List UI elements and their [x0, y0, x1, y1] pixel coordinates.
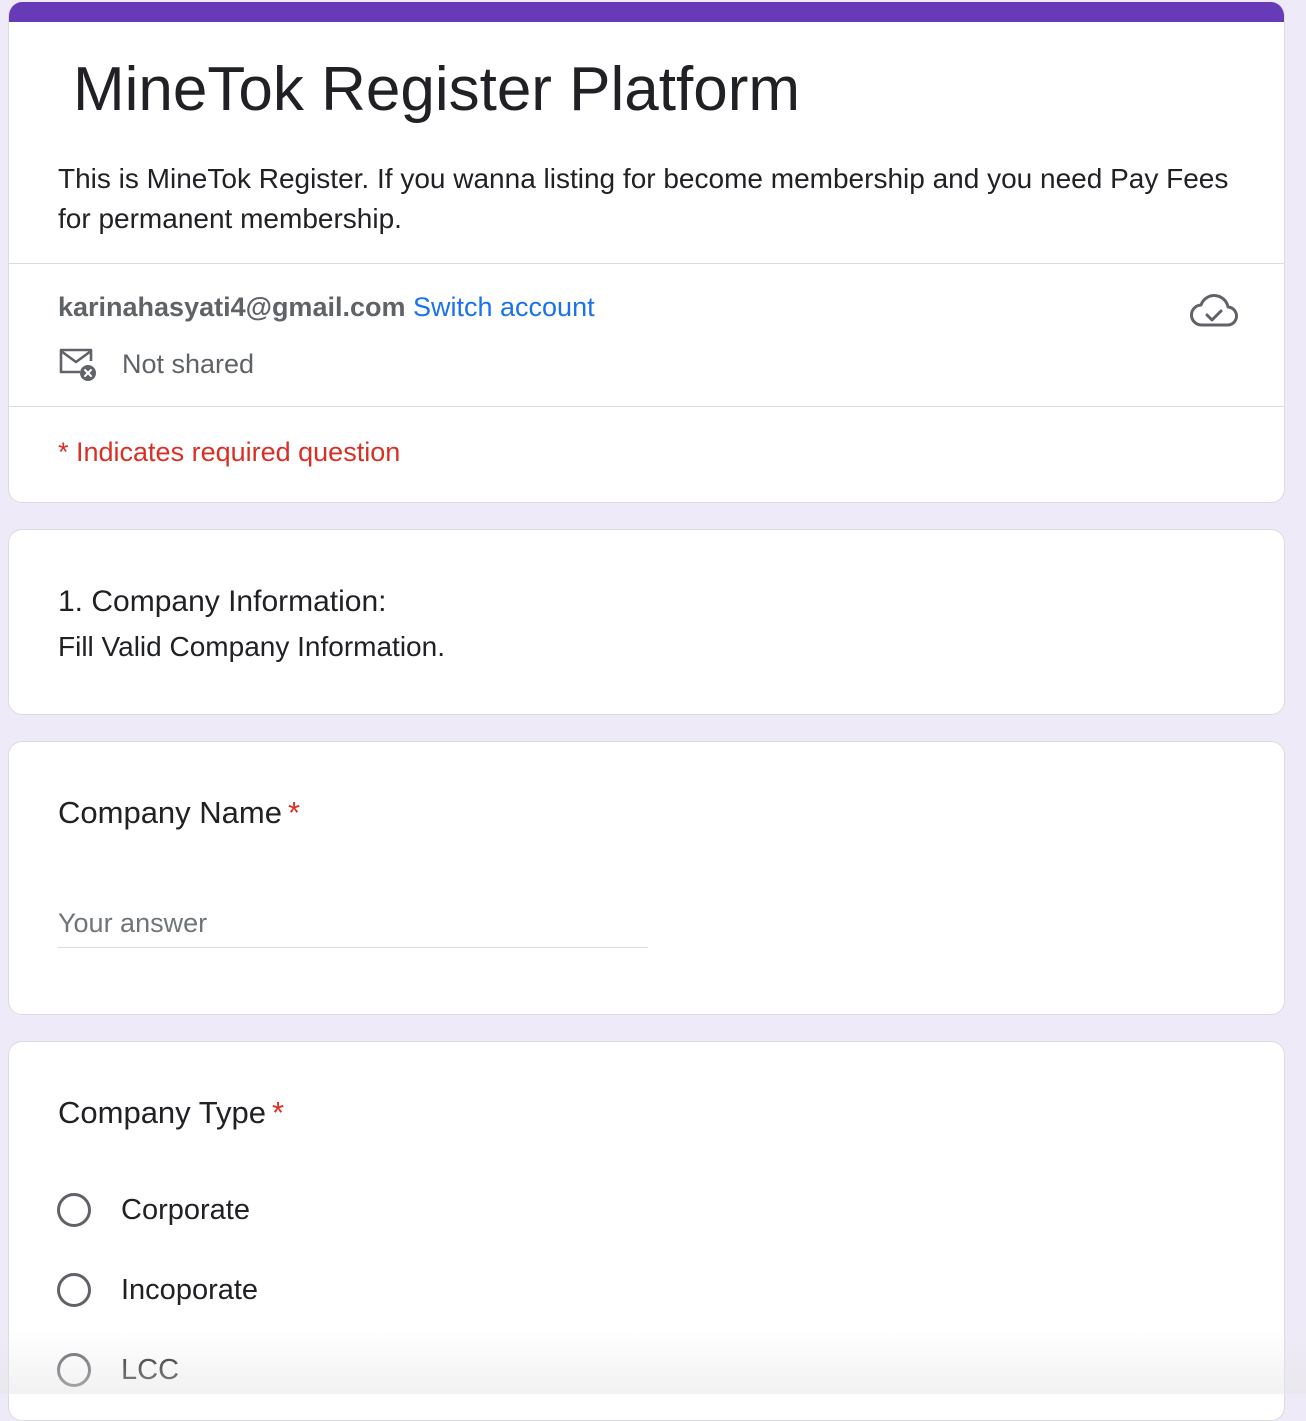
mail-off-icon: [59, 348, 96, 381]
radio-option-label: Corporate: [121, 1194, 250, 1226]
radio-option-lcc[interactable]: LCC: [57, 1348, 179, 1392]
header-divider-1: [9, 263, 1284, 264]
radio-option-incoporate[interactable]: Incoporate: [57, 1268, 258, 1312]
question-card-company-type: Company Type * Corporate Incoporate LCC: [8, 1041, 1285, 1421]
radio-button[interactable]: [57, 1193, 91, 1227]
switch-account-link[interactable]: Switch account: [413, 292, 595, 322]
account-row: karinahasyati4@gmail.com Switch account: [58, 287, 595, 327]
section-title: 1. Company Information:: [58, 585, 387, 618]
required-asterisk: *: [271, 1095, 285, 1130]
radio-option-label: Incoporate: [121, 1274, 259, 1306]
question-title: Company Name *: [58, 792, 300, 834]
section-card: 1. Company Information: Fill Valid Compa…: [8, 529, 1285, 715]
radio-button[interactable]: [57, 1273, 91, 1307]
form-header-card: MineTok Register Platform This is MineTo…: [8, 2, 1285, 503]
header-divider-2: [9, 406, 1284, 407]
question-title-text: Company Name: [58, 795, 282, 830]
section-description: Fill Valid Company Information.: [58, 631, 445, 662]
required-asterisk: *: [287, 795, 301, 830]
question-card-company-name: Company Name *: [8, 741, 1285, 1015]
required-question-note: * Indicates required question: [58, 437, 401, 467]
form-title: MineTok Register Platform: [73, 55, 801, 124]
question-title-text: Company Type: [58, 1095, 266, 1130]
not-shared-label: Not shared: [122, 349, 255, 379]
radio-button[interactable]: [57, 1353, 91, 1387]
cloud-check-icon[interactable]: [1189, 292, 1239, 332]
radio-option-corporate[interactable]: Corporate: [57, 1188, 250, 1232]
radio-option-label: LCC: [121, 1354, 180, 1386]
account-email: karinahasyati4@gmail.com: [58, 292, 406, 322]
accent-strip: [9, 2, 1284, 22]
form-description: This is MineTok Register. If you wanna l…: [58, 163, 1229, 234]
company-name-input[interactable]: [58, 900, 648, 948]
question-title: Company Type *: [58, 1092, 284, 1134]
